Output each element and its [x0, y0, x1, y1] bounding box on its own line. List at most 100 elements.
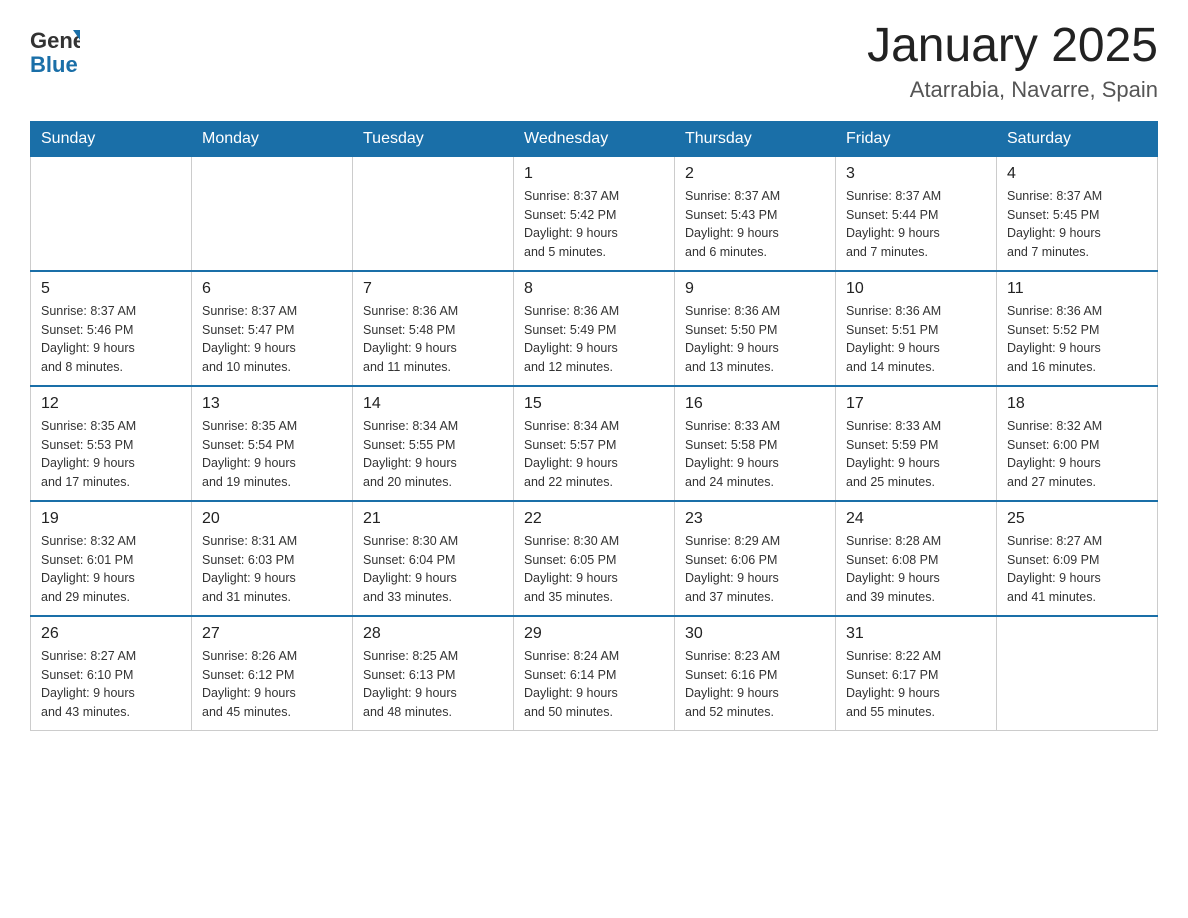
day-number: 22 [524, 510, 664, 528]
day-info: Sunrise: 8:36 AMSunset: 5:50 PMDaylight:… [685, 302, 825, 377]
day-info: Sunrise: 8:37 AMSunset: 5:47 PMDaylight:… [202, 302, 342, 377]
day-number: 29 [524, 625, 664, 643]
day-info: Sunrise: 8:36 AMSunset: 5:48 PMDaylight:… [363, 302, 503, 377]
weekday-header-sunday: Sunday [31, 121, 192, 156]
calendar-cell: 10Sunrise: 8:36 AMSunset: 5:51 PMDayligh… [836, 271, 997, 386]
calendar-cell: 11 Sunrise: 8:36 AMSunset: 5:52 PMDayligh… [997, 271, 1158, 386]
calendar-cell: 13Sunrise: 8:35 AMSunset: 5:54 PMDayligh… [192, 386, 353, 501]
day-number: 9 [685, 280, 825, 298]
week-row-2: 5 Sunrise: 8:37 AMSunset: 5:46 PMDaylight… [31, 271, 1158, 386]
day-number: 25 [1007, 510, 1147, 528]
day-info: Sunrise: 8:24 AMSunset: 6:14 PMDaylight:… [524, 647, 664, 722]
day-number: 30 [685, 625, 825, 643]
calendar-cell: 29 Sunrise: 8:24 AMSunset: 6:14 PMDayligh… [514, 616, 675, 731]
day-info: Sunrise: 8:35 AMSunset: 5:53 PMDaylight:… [41, 417, 181, 492]
day-number: 23 [685, 510, 825, 528]
day-info: Sunrise: 8:31 AMSunset: 6:03 PMDaylight:… [202, 532, 342, 607]
calendar-cell [31, 156, 192, 271]
calendar-cell: 2Sunrise: 8:37 AMSunset: 5:43 PMDaylight… [675, 156, 836, 271]
calendar-cell [192, 156, 353, 271]
day-number: 20 [202, 510, 342, 528]
day-info: Sunrise: 8:35 AMSunset: 5:54 PMDaylight:… [202, 417, 342, 492]
day-number: 11 [1007, 280, 1147, 298]
day-number: 27 [202, 625, 342, 643]
page-header: General Blue January 2025 Atarrabia, Nav… [30, 20, 1158, 103]
calendar-cell: 30 Sunrise: 8:23 AMSunset: 6:16 PMDayligh… [675, 616, 836, 731]
day-info: Sunrise: 8:30 AMSunset: 6:04 PMDaylight:… [363, 532, 503, 607]
day-number: 3 [846, 165, 986, 183]
week-row-3: 12 Sunrise: 8:35 AMSunset: 5:53 PMDayligh… [31, 386, 1158, 501]
day-number: 18 [1007, 395, 1147, 413]
title-block: January 2025 Atarrabia, Navarre, Spain [867, 20, 1158, 103]
calendar-cell: 4 Sunrise: 8:37 AMSunset: 5:45 PMDaylight… [997, 156, 1158, 271]
day-number: 1 [524, 165, 664, 183]
day-info: Sunrise: 8:32 AMSunset: 6:00 PMDaylight:… [1007, 417, 1147, 492]
day-info: Sunrise: 8:22 AMSunset: 6:17 PMDaylight:… [846, 647, 986, 722]
day-info: Sunrise: 8:37 AMSunset: 5:43 PMDaylight:… [685, 187, 825, 262]
calendar-cell: 27Sunrise: 8:26 AMSunset: 6:12 PMDayligh… [192, 616, 353, 731]
calendar-cell: 12 Sunrise: 8:35 AMSunset: 5:53 PMDayligh… [31, 386, 192, 501]
calendar-cell: 14 Sunrise: 8:34 AMSunset: 5:55 PMDayligh… [353, 386, 514, 501]
calendar-cell: 28Sunrise: 8:25 AMSunset: 6:13 PMDayligh… [353, 616, 514, 731]
calendar-cell: 1Sunrise: 8:37 AMSunset: 5:42 PMDaylight… [514, 156, 675, 271]
calendar-cell: 31 Sunrise: 8:22 AMSunset: 6:17 PMDayligh… [836, 616, 997, 731]
day-number: 6 [202, 280, 342, 298]
calendar-cell: 25 Sunrise: 8:27 AMSunset: 6:09 PMDayligh… [997, 501, 1158, 616]
calendar-cell: 3 Sunrise: 8:37 AMSunset: 5:44 PMDaylight… [836, 156, 997, 271]
day-number: 24 [846, 510, 986, 528]
weekday-header-tuesday: Tuesday [353, 121, 514, 156]
day-info: Sunrise: 8:30 AMSunset: 6:05 PMDaylight:… [524, 532, 664, 607]
calendar-cell: 5 Sunrise: 8:37 AMSunset: 5:46 PMDaylight… [31, 271, 192, 386]
day-number: 12 [41, 395, 181, 413]
svg-text:General: General [30, 28, 80, 53]
day-number: 19 [41, 510, 181, 528]
calendar-cell [997, 616, 1158, 731]
day-info: Sunrise: 8:32 AMSunset: 6:01 PMDaylight:… [41, 532, 181, 607]
weekday-header-wednesday: Wednesday [514, 121, 675, 156]
day-info: Sunrise: 8:36 AMSunset: 5:49 PMDaylight:… [524, 302, 664, 377]
day-info: Sunrise: 8:37 AMSunset: 5:45 PMDaylight:… [1007, 187, 1147, 262]
calendar-cell: 19 Sunrise: 8:32 AMSunset: 6:01 PMDayligh… [31, 501, 192, 616]
calendar-table: SundayMondayTuesdayWednesdayThursdayFrid… [30, 121, 1158, 731]
day-info: Sunrise: 8:27 AMSunset: 6:09 PMDaylight:… [1007, 532, 1147, 607]
day-number: 5 [41, 280, 181, 298]
week-row-4: 19 Sunrise: 8:32 AMSunset: 6:01 PMDayligh… [31, 501, 1158, 616]
day-number: 10 [846, 280, 986, 298]
calendar-cell: 9 Sunrise: 8:36 AMSunset: 5:50 PMDaylight… [675, 271, 836, 386]
weekday-header-monday: Monday [192, 121, 353, 156]
day-info: Sunrise: 8:34 AMSunset: 5:55 PMDaylight:… [363, 417, 503, 492]
weekday-header-saturday: Saturday [997, 121, 1158, 156]
day-info: Sunrise: 8:27 AMSunset: 6:10 PMDaylight:… [41, 647, 181, 722]
day-number: 16 [685, 395, 825, 413]
logo-icon: General Blue [30, 20, 80, 75]
day-number: 4 [1007, 165, 1147, 183]
day-number: 31 [846, 625, 986, 643]
day-number: 15 [524, 395, 664, 413]
calendar-cell: 17Sunrise: 8:33 AMSunset: 5:59 PMDayligh… [836, 386, 997, 501]
day-number: 7 [363, 280, 503, 298]
day-info: Sunrise: 8:36 AMSunset: 5:52 PMDaylight:… [1007, 302, 1147, 377]
day-number: 14 [363, 395, 503, 413]
calendar-cell [353, 156, 514, 271]
day-number: 8 [524, 280, 664, 298]
day-info: Sunrise: 8:33 AMSunset: 5:58 PMDaylight:… [685, 417, 825, 492]
day-info: Sunrise: 8:37 AMSunset: 5:46 PMDaylight:… [41, 302, 181, 377]
day-info: Sunrise: 8:34 AMSunset: 5:57 PMDaylight:… [524, 417, 664, 492]
calendar-cell: 7 Sunrise: 8:36 AMSunset: 5:48 PMDaylight… [353, 271, 514, 386]
calendar-cell: 24Sunrise: 8:28 AMSunset: 6:08 PMDayligh… [836, 501, 997, 616]
svg-text:Blue: Blue [30, 52, 78, 75]
week-row-5: 26Sunrise: 8:27 AMSunset: 6:10 PMDayligh… [31, 616, 1158, 731]
calendar-cell: 26Sunrise: 8:27 AMSunset: 6:10 PMDayligh… [31, 616, 192, 731]
day-info: Sunrise: 8:37 AMSunset: 5:44 PMDaylight:… [846, 187, 986, 262]
weekday-header-thursday: Thursday [675, 121, 836, 156]
logo: General Blue [30, 20, 80, 75]
calendar-cell: 22 Sunrise: 8:30 AMSunset: 6:05 PMDayligh… [514, 501, 675, 616]
day-info: Sunrise: 8:33 AMSunset: 5:59 PMDaylight:… [846, 417, 986, 492]
weekday-header-row: SundayMondayTuesdayWednesdayThursdayFrid… [31, 121, 1158, 156]
day-info: Sunrise: 8:29 AMSunset: 6:06 PMDaylight:… [685, 532, 825, 607]
calendar-cell: 18 Sunrise: 8:32 AMSunset: 6:00 PMDayligh… [997, 386, 1158, 501]
day-info: Sunrise: 8:23 AMSunset: 6:16 PMDaylight:… [685, 647, 825, 722]
day-info: Sunrise: 8:25 AMSunset: 6:13 PMDaylight:… [363, 647, 503, 722]
month-title: January 2025 [867, 20, 1158, 73]
week-row-1: 1Sunrise: 8:37 AMSunset: 5:42 PMDaylight… [31, 156, 1158, 271]
